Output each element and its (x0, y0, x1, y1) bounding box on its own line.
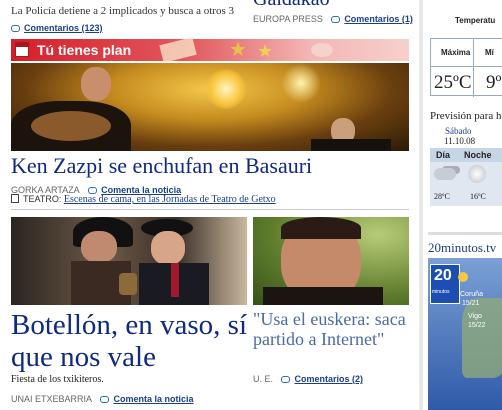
promo-city2-temp: 15/22 (468, 322, 486, 329)
top-right-snippet: Galdakao EUROPA PRESS Comentarios (1) (253, 0, 413, 30)
euskera-byline: U. E. Comentarios (2) (253, 369, 363, 387)
forecast-label: Previsión para h (430, 110, 502, 122)
theatre-link[interactable]: Escenas de cama, en las Jornadas de Teat… (64, 194, 276, 205)
top-left-comments-link[interactable]: Comentarios (123) (24, 23, 103, 33)
sun-icon (458, 272, 468, 282)
promo-city2: Vigo (468, 313, 482, 320)
top-left-line: La Policía detiene a 2 implicados y busc… (11, 5, 234, 17)
euskera-comments-link[interactable]: Comentarios (2) (294, 374, 363, 384)
euskera-photo[interactable] (253, 217, 409, 305)
promo-city1: Coruña (460, 291, 483, 298)
night-temp: 16ºC (470, 192, 486, 201)
cloud-sun-icon (434, 168, 456, 180)
sidebar-divider (428, 232, 502, 235)
botellon-comment-link[interactable]: Comenta la noticia (113, 394, 193, 404)
moon-icon (468, 165, 486, 183)
botellon-headline[interactable]: Botellón, en vaso, sí que nos vale (11, 309, 247, 373)
temperature-header: Temperatu (455, 16, 496, 25)
botellon-photo[interactable] (11, 217, 247, 305)
theatre-label: TEATRO: (23, 194, 62, 204)
forecast-date: 11.10.08 (444, 136, 476, 146)
min-temp: 9º (486, 72, 502, 93)
top-right-source: EUROPA PRESS (253, 14, 323, 24)
ticket-icon (159, 37, 197, 63)
weather-widget: Temperatu Máxima Mí 25ºC 9º Previsión pa… (428, 0, 502, 232)
top-left-snippet: La Policía detiene a 2 implicados y busc… (11, 0, 241, 33)
calendar-icon (15, 42, 29, 57)
col-day: Día (436, 150, 451, 160)
document-icon (11, 194, 19, 203)
promo-logo-text: 20 (434, 267, 452, 284)
comment-icon (11, 25, 20, 32)
promo-city1-temp: 15/21 (462, 300, 480, 307)
day-temp: 28ºC (434, 192, 450, 201)
comment-icon (331, 16, 341, 23)
promo-video[interactable]: 20 minutos Coruña 15/21 Vigo 15/22 (428, 258, 502, 410)
plan-banner-label: Tú tienes plan (37, 42, 132, 58)
max-label: Máxima (441, 48, 471, 57)
divider (11, 209, 409, 210)
feature-headline[interactable]: Ken Zazpi se enchufan en Basauri (11, 153, 312, 179)
feature-photo[interactable] (11, 63, 409, 151)
botellon-author: UNAI ETXEBARRIA (11, 394, 93, 404)
mask-icon (311, 43, 333, 57)
promo-site-link[interactable]: 20minutos.tv (428, 240, 496, 256)
euskera-headline[interactable]: "Usa el euskera: saca partido a Internet… (253, 309, 409, 349)
plan-banner[interactable]: Tú tienes plan ★ ★ (11, 37, 409, 63)
comment-icon (281, 376, 291, 383)
forecast-table: Día Noche 28ºC 16ºC (430, 148, 502, 206)
euskera-author: U. E. (253, 374, 274, 384)
column-divider (419, 0, 423, 410)
feature-related: TEATRO: Escenas de cama, en las Jornadas… (11, 194, 276, 205)
top-right-comments-link[interactable]: Comentarios (1) (344, 14, 413, 24)
forecast-day: Sábado (445, 126, 472, 136)
min-label: Mí (485, 48, 494, 57)
col-night: Noche (464, 150, 492, 160)
star-icon: ★ (229, 39, 247, 61)
comment-icon (88, 187, 98, 194)
botellon-byline: UNAI ETXEBARRIA Comenta la noticia (11, 389, 194, 407)
max-temp: 25ºC (434, 72, 472, 93)
temperature-box: Máxima Mí 25ºC 9º (430, 38, 502, 97)
botellon-subtitle: Fiesta de los txikiteros. (11, 374, 104, 385)
comment-icon (100, 396, 110, 403)
promo-logo-sub: minutos (432, 289, 450, 295)
star-icon: ★ (257, 41, 274, 61)
